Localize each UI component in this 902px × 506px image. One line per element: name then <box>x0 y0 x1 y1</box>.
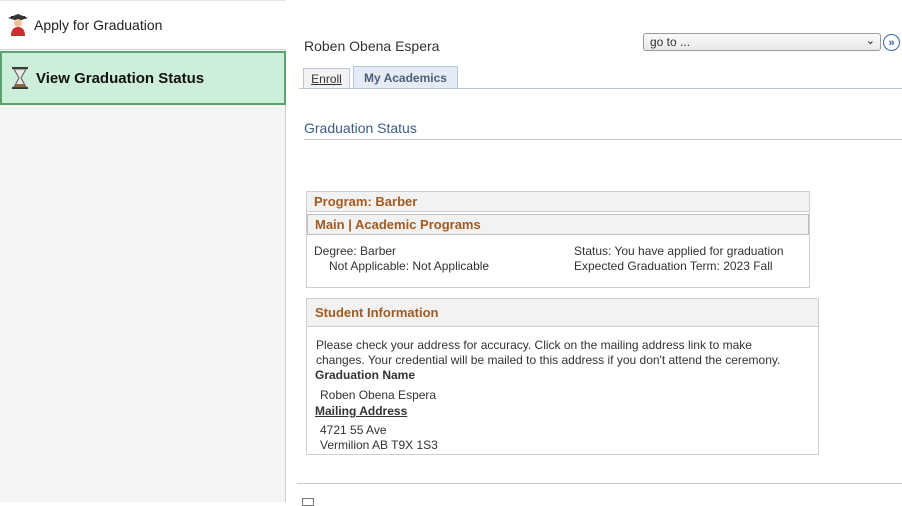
mailing-address-link[interactable]: Mailing Address <box>315 404 407 418</box>
goto-select[interactable]: go to ... ⌄ <box>643 33 881 51</box>
page-title: Graduation Status <box>304 120 417 136</box>
program-subheading: Main | Academic Programs <box>307 214 809 235</box>
graduation-name-label: Graduation Name <box>315 368 416 382</box>
not-applicable-text: Not Applicable: Not Applicable <box>329 259 490 273</box>
sidebar: Apply for Graduation View Graduation Sta… <box>0 0 286 502</box>
chevron-down-icon: ⌄ <box>865 35 875 47</box>
address-line-2: Vermilion AB T9X 1S3 <box>320 438 438 452</box>
goto-button[interactable]: » <box>883 34 900 51</box>
program-title: Program: Barber <box>307 192 809 212</box>
bottom-checkbox[interactable] <box>302 498 314 506</box>
tabs-divider <box>299 88 902 89</box>
address-line-1: 4721 55 Ave <box>320 423 387 437</box>
degree-text: Degree: Barber <box>314 244 397 258</box>
instructions-line-1: Please check your address for accuracy. … <box>316 338 752 352</box>
graduation-name-value: Roben Obena Espera <box>320 388 437 402</box>
tab-enroll[interactable]: Enroll <box>303 68 350 88</box>
sidebar-item-view-graduation-status[interactable]: View Graduation Status <box>0 51 286 105</box>
expected-term-text: Expected Graduation Term: 2023 Fall <box>574 259 773 273</box>
tab-my-academics[interactable]: My Academics <box>353 66 458 88</box>
double-chevron-right-icon: » <box>888 36 895 49</box>
student-info-panel: Student Information Please check your ad… <box>306 298 819 455</box>
hourglass-icon <box>9 66 31 90</box>
program-panel: Program: Barber Main | Academic Programs… <box>306 191 810 288</box>
section-divider <box>304 139 902 140</box>
status-text: Status: You have applied for graduation <box>574 244 784 258</box>
student-name: Roben Obena Espera <box>304 38 440 54</box>
instructions-line-2: changes. Your credential will be mailed … <box>316 353 781 367</box>
goto-select-value: go to ... <box>650 35 691 49</box>
bottom-divider <box>297 483 902 484</box>
graduate-icon <box>7 13 29 37</box>
main-content: Roben Obena Espera go to ... ⌄ » Enroll … <box>287 0 902 506</box>
sidebar-item-label: Apply for Graduation <box>34 17 163 33</box>
sidebar-item-apply-for-graduation[interactable]: Apply for Graduation <box>0 0 286 50</box>
student-info-title: Student Information <box>307 299 818 327</box>
sidebar-item-label: View Graduation Status <box>36 69 205 87</box>
